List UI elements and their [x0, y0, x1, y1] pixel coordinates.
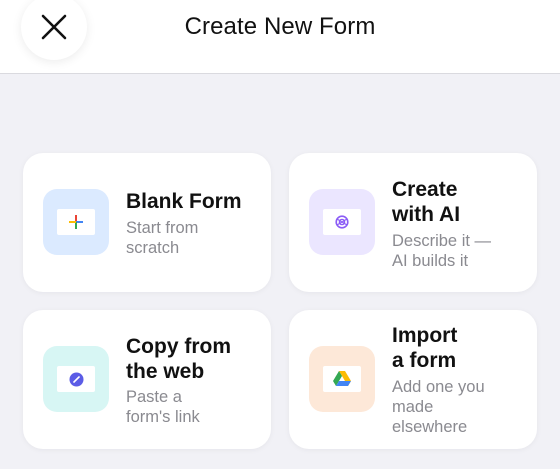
copy-from-web-title: Copy from the web: [126, 335, 231, 383]
import-form-title: Import a form: [392, 324, 458, 372]
create-with-ai-subtitle: Describe it — AI builds it: [392, 232, 492, 270]
import-form-tile: [309, 346, 375, 412]
blank-form-tile: [43, 189, 109, 255]
copy-from-web-subtitle: Paste a form's link: [126, 388, 200, 426]
blank-form-card[interactable]: Blank Form Start from scratch: [23, 153, 271, 292]
import-form-subtitle: Add one you made elsewhere: [392, 378, 485, 436]
copy-from-web-tile: [43, 346, 109, 412]
import-form-card[interactable]: Import a form Add one you made elsewhere: [289, 310, 537, 449]
header-bar: Create New Form: [0, 0, 560, 74]
page-title: Create New Form: [184, 13, 376, 40]
ai-sparkle-icon: [335, 215, 349, 229]
blank-form-subtitle: Start from scratch: [126, 219, 199, 257]
create-with-ai-title: Create with AI: [392, 178, 461, 226]
create-with-ai-card[interactable]: Create with AI Describe it — AI builds i…: [289, 153, 537, 292]
link-icon: [69, 372, 83, 386]
create-with-ai-tile: [309, 189, 375, 255]
blank-form-title: Blank Form: [126, 190, 242, 213]
plus-icon: [69, 215, 83, 229]
google-drive-icon: [333, 371, 351, 386]
copy-from-web-card[interactable]: Copy from the web Paste a form's link: [23, 310, 271, 449]
